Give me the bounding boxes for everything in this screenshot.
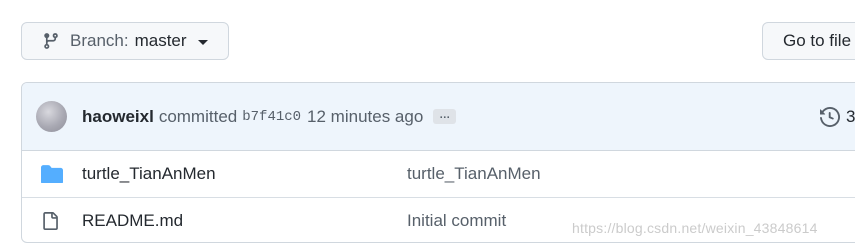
repo-file-browser: Branch: master Go to file haoweixl commi…: [0, 0, 855, 248]
branch-select-button[interactable]: Branch: master: [21, 22, 229, 60]
go-to-file-button[interactable]: Go to file: [762, 22, 855, 60]
file-name-link[interactable]: README.md: [82, 211, 183, 231]
commit-sha-link[interactable]: b7f41c0: [242, 109, 301, 125]
latest-commit-bar: haoweixl committed b7f41c0 12 minutes ag…: [22, 83, 855, 151]
repo-files-box: haoweixl committed b7f41c0 12 minutes ag…: [21, 82, 855, 243]
file-commit-message-link[interactable]: Initial commit: [407, 211, 506, 231]
file-name-link[interactable]: turtle_TianAnMen: [82, 164, 216, 184]
file-commit-message-link[interactable]: turtle_TianAnMen: [407, 164, 541, 184]
commit-history-link[interactable]: 3: [820, 83, 855, 150]
commit-message-expand-button[interactable]: …: [433, 109, 457, 124]
file-icon: [41, 210, 63, 232]
history-icon: [820, 106, 840, 127]
commit-author-link[interactable]: haoweixl: [82, 107, 154, 127]
folder-icon: [41, 163, 63, 185]
git-branch-icon: [42, 32, 60, 50]
commit-time: 12 minutes ago: [307, 106, 424, 126]
branch-prefix-label: Branch:: [70, 31, 129, 50]
branch-name: master: [134, 31, 187, 50]
commit-summary: haoweixl committed b7f41c0 12 minutes ag…: [82, 83, 457, 150]
avatar[interactable]: [36, 101, 67, 132]
commit-count: 3: [846, 106, 855, 126]
caret-down-icon: [197, 39, 208, 45]
watermark: https://blog.csdn.net/weixin_43848614: [572, 220, 818, 236]
file-row-turtle-tiananmen[interactable]: turtle_TianAnMen turtle_TianAnMen: [22, 151, 855, 198]
commit-verb: committed: [158, 106, 238, 126]
